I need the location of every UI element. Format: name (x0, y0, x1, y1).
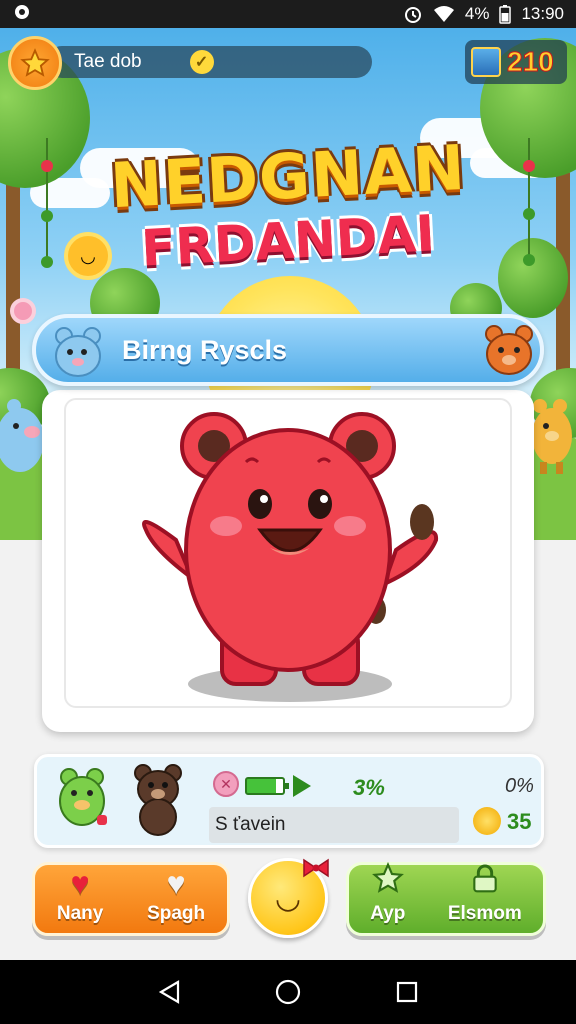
heart-outline-icon: ♥ (166, 865, 186, 901)
ayp-button[interactable]: Ayp (370, 861, 406, 925)
yarn-ball-icon: ✕ (213, 771, 239, 797)
battery-percent: 4% (464, 4, 490, 23)
level-star-button[interactable] (8, 36, 62, 90)
completion-percent: 0% (505, 775, 534, 797)
energy-battery-icon (245, 777, 289, 795)
shop-button-group: Ayp Elsmom (346, 861, 546, 936)
section-title: Birng Ryscls (122, 334, 288, 365)
home-circle-icon (275, 979, 301, 1005)
star-icon (20, 48, 50, 77)
flower-decoration-icon (10, 298, 36, 324)
clock: 13:90 (521, 4, 564, 23)
back-triangle-icon (159, 980, 180, 1004)
green-frog-icon (59, 768, 107, 826)
nany-button[interactable]: ♥ Nany (57, 867, 103, 925)
player-name: Tae dob (74, 51, 142, 72)
status-bar: 4% 13:90 (0, 0, 576, 28)
back-button[interactable] (154, 977, 184, 1007)
social-button-group: ♥ Nany ♥ Spagh (32, 862, 230, 936)
character-frame (64, 398, 512, 708)
star-badge-icon (371, 861, 405, 899)
elsmom-label: Elsmom (447, 903, 522, 924)
recents-button[interactable] (392, 977, 422, 1007)
spagh-label: Spagh (147, 903, 206, 924)
play-arrow-icon[interactable] (293, 775, 311, 797)
smiley-icon: ◡ (274, 881, 302, 915)
elsmom-button[interactable]: Elsmom (448, 862, 522, 925)
red-bow-icon (303, 858, 329, 878)
section-banner: Birng Ryscls (32, 314, 544, 386)
notification-icon (12, 3, 32, 26)
progress-percent: 3% (353, 775, 385, 800)
heart-icon: ♥ (70, 865, 90, 901)
recents-square-icon (396, 981, 417, 1003)
player-name-bar[interactable]: Tae dob ✓ (46, 46, 372, 78)
score-value: 35 (507, 809, 532, 834)
coin-count: 210 (507, 46, 555, 78)
gold-coin-icon (473, 807, 501, 835)
red-bear-mascot-icon (142, 412, 439, 702)
lock-icon (469, 862, 501, 899)
status-text-field: S ťavein (209, 807, 459, 843)
alarm-icon (403, 4, 423, 24)
currency-counter[interactable]: 210 (465, 40, 567, 84)
orange-critter-icon (532, 399, 572, 474)
treasure-icon (471, 47, 501, 77)
verified-check-icon: ✓ (189, 50, 214, 74)
character-card[interactable] (42, 390, 534, 732)
home-button[interactable] (273, 977, 303, 1007)
ayp-label: Ayp (370, 903, 406, 924)
blue-critter-icon (0, 399, 44, 472)
character-info-panel: ✕ 3% 0% S ťavein 35 (34, 754, 544, 848)
nany-label: Nany (56, 903, 104, 924)
blue-bear-icon (55, 327, 101, 377)
navigation-bar (0, 960, 576, 1024)
wifi-icon (433, 5, 455, 23)
spagh-button[interactable]: ♥ Spagh (147, 867, 205, 925)
battery-icon (499, 4, 512, 24)
orange-bear-icon (485, 325, 533, 375)
brown-bear-icon (134, 764, 182, 836)
